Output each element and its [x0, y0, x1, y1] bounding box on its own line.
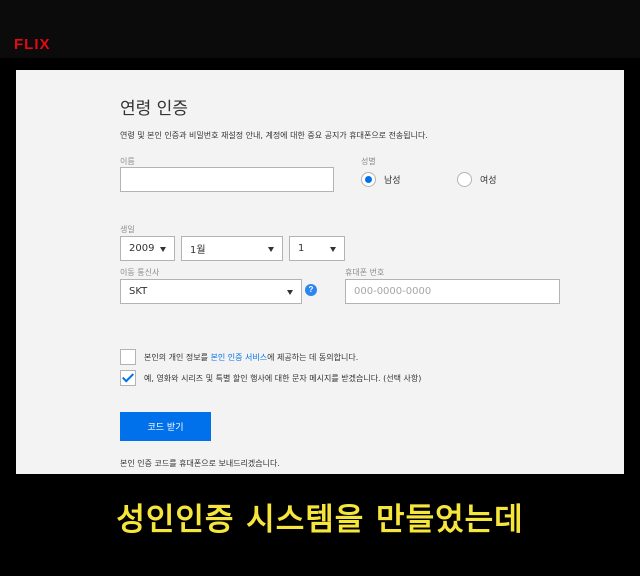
- dropdown-arrow-icon: [268, 247, 274, 252]
- gender-male-label: 남성: [384, 176, 401, 186]
- radio-unselected-icon: [457, 172, 472, 187]
- name-label: 이름: [120, 157, 135, 166]
- gender-label: 성별: [361, 157, 376, 166]
- brand-logo[interactable]: FLIX: [14, 36, 51, 53]
- identity-service-link[interactable]: 본인 인증 서비스: [211, 353, 268, 362]
- consent-row: 본인의 개인 정보를 본인 인증 서비스에 제공하는 데 동의합니다.: [120, 349, 358, 365]
- gender-female-radio[interactable]: 여성: [457, 172, 497, 187]
- consent-text: 본인의 개인 정보를 본인 인증 서비스에 제공하는 데 동의합니다.: [144, 352, 358, 363]
- birth-year-select[interactable]: 2009: [120, 236, 175, 261]
- phone-input[interactable]: [345, 279, 560, 304]
- birth-month-select[interactable]: 1월: [181, 236, 283, 261]
- top-bar: FLIX: [0, 0, 640, 58]
- birth-day-value: 1: [298, 243, 305, 254]
- birth-month-value: 1월: [190, 245, 206, 256]
- consent-checkbox[interactable]: [120, 349, 136, 365]
- marketing-checkbox[interactable]: [120, 370, 136, 386]
- name-input[interactable]: [120, 167, 334, 192]
- carrier-select[interactable]: SKT: [120, 279, 302, 304]
- birth-label: 생일: [120, 225, 135, 234]
- marketing-text: 예, 영화와 시리즈 및 특별 할인 행사에 대한 문자 메시지를 받겠습니다.…: [144, 373, 422, 383]
- birth-day-select[interactable]: 1: [289, 236, 345, 261]
- page-title: 연령 인증: [120, 99, 188, 119]
- get-code-button[interactable]: 코드 받기: [120, 412, 211, 441]
- gender-female-label: 여성: [480, 176, 497, 186]
- dropdown-arrow-icon: [330, 247, 336, 252]
- phone-label: 휴대폰 번호: [345, 268, 385, 277]
- code-footnote: 본인 인증 코드를 휴대폰으로 보내드리겠습니다.: [120, 459, 280, 468]
- dropdown-arrow-icon: [160, 247, 166, 252]
- checkmark-icon: [121, 370, 135, 383]
- consent-suffix: 에 제공하는 데 동의합니다.: [267, 352, 359, 362]
- birth-year-value: 2009: [129, 243, 155, 254]
- carrier-label: 이동 통신사: [120, 268, 160, 277]
- carrier-value: SKT: [129, 286, 148, 297]
- page-description: 연령 및 본인 인증과 비밀번호 재설정 안내, 계정에 대한 중요 공지가 휴…: [120, 131, 428, 140]
- gender-male-radio[interactable]: 남성: [361, 172, 401, 187]
- age-verification-panel: 연령 인증 연령 및 본인 인증과 비밀번호 재설정 안내, 계정에 대한 중요…: [16, 70, 624, 474]
- marketing-row: 예, 영화와 시리즈 및 특별 할인 행사에 대한 문자 메시지를 받겠습니다.…: [120, 370, 421, 386]
- consent-prefix: 본인의 개인 정보를: [144, 352, 211, 362]
- radio-selected-icon: [361, 172, 376, 187]
- help-icon[interactable]: ?: [305, 284, 317, 296]
- dropdown-arrow-icon: [287, 290, 293, 295]
- video-caption: 성인인증 시스템을 만들었는데: [116, 502, 524, 538]
